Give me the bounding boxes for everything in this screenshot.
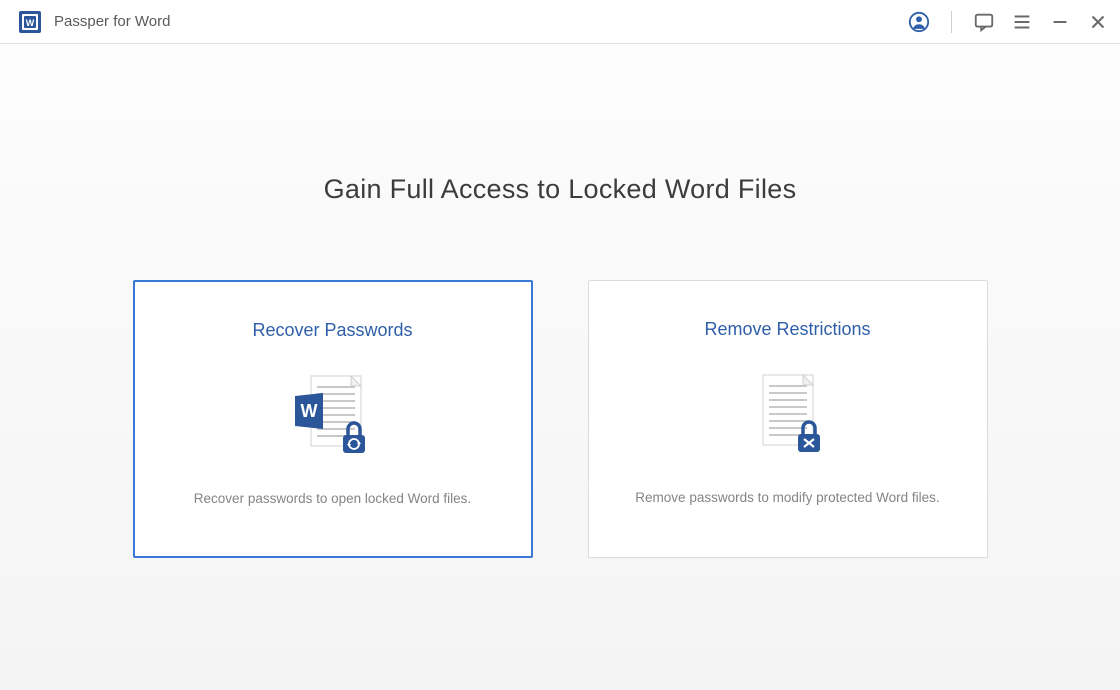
card-title: Recover Passwords: [252, 320, 412, 341]
titlebar: W Passper for Word: [0, 0, 1120, 44]
main-content: Gain Full Access to Locked Word Files Re…: [0, 44, 1120, 558]
app-title: Passper for Word: [54, 13, 907, 30]
account-icon[interactable]: [907, 10, 931, 34]
titlebar-controls: [907, 10, 1110, 34]
card-description: Remove passwords to modify protected Wor…: [635, 490, 939, 505]
close-button[interactable]: [1086, 10, 1110, 34]
recover-passwords-card[interactable]: Recover Passwords W: [133, 280, 533, 558]
recover-illustration-icon: W: [283, 371, 383, 466]
minimize-button[interactable]: [1048, 10, 1072, 34]
divider: [951, 11, 952, 33]
page-headline: Gain Full Access to Locked Word Files: [324, 174, 797, 205]
svg-text:W: W: [300, 401, 317, 421]
remove-illustration-icon: [738, 370, 838, 465]
remove-restrictions-card[interactable]: Remove Restrictions: [588, 280, 988, 558]
app-logo-icon: W: [18, 10, 42, 34]
feedback-icon[interactable]: [972, 10, 996, 34]
card-title: Remove Restrictions: [704, 319, 870, 340]
option-cards: Recover Passwords W: [133, 280, 988, 558]
card-description: Recover passwords to open locked Word fi…: [194, 491, 471, 506]
menu-icon[interactable]: [1010, 10, 1034, 34]
svg-text:W: W: [26, 18, 35, 28]
